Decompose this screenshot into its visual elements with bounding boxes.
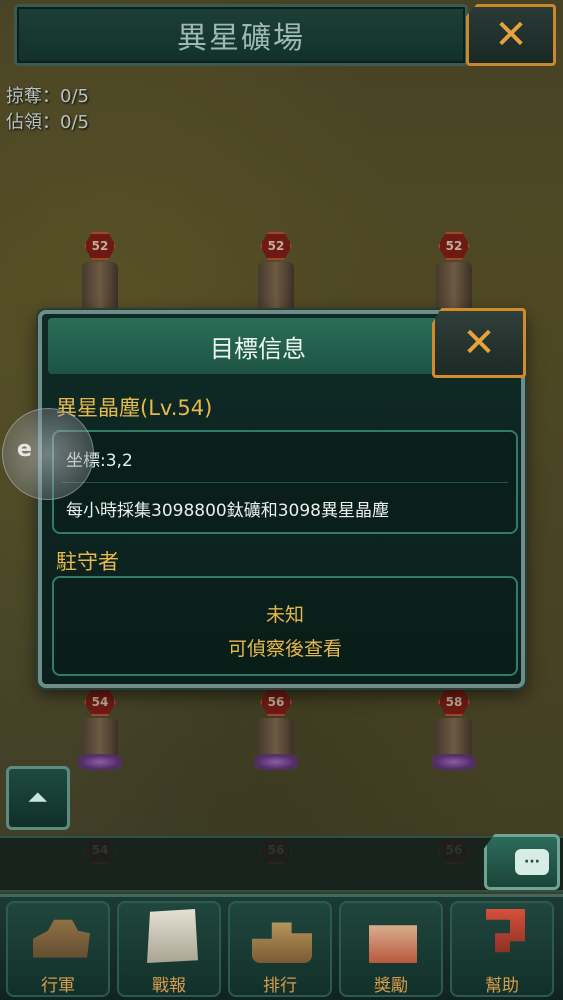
close-icon: ✕	[494, 12, 528, 58]
dialog-title: 目標信息	[48, 318, 468, 374]
garrison-box: 未知 可偵察後查看	[52, 576, 518, 676]
target-info-box: 坐標:3,2 每小時採集3098800鈦礦和3098異星晶塵	[52, 430, 518, 534]
nav-march[interactable]: 行軍	[6, 901, 110, 997]
target-info-dialog: 目標信息 ✕ 異星晶塵(Lv.54) 坐標:3,2 每小時採集3098800鈦礦…	[38, 308, 526, 688]
plunder-counter: 掠奪：0/5	[6, 86, 89, 107]
assistive-logo-icon: e	[17, 437, 32, 462]
chevron-up-icon: ⏶	[27, 782, 49, 813]
nav-label: 幫助	[485, 976, 519, 996]
tank-icon	[33, 919, 90, 958]
nav-ranking[interactable]: 排行	[228, 901, 332, 997]
chat-bar[interactable]	[0, 836, 563, 892]
nav-help[interactable]: 幫助	[450, 901, 554, 997]
nav-label: 戰報	[152, 976, 186, 996]
nav-label: 獎勵	[374, 976, 408, 996]
garrison-status: 未知	[265, 604, 304, 626]
nav-rewards[interactable]: 獎勵	[339, 901, 443, 997]
title-bar: 異星礦場	[14, 4, 468, 66]
nav-label: 行軍	[41, 976, 75, 996]
nav-label: 排行	[263, 976, 297, 996]
page-title: 異星礦場	[177, 21, 305, 56]
garrison-label: 駐守者	[56, 550, 119, 574]
report-icon	[147, 909, 198, 963]
assistive-touch-button[interactable]: e	[2, 408, 94, 500]
dialog-close-button[interactable]: ✕	[432, 308, 526, 378]
help-icon	[486, 909, 525, 953]
bottom-nav: 行軍 戰報 排行 獎勵 幫助	[0, 894, 563, 1000]
gift-icon	[369, 925, 417, 963]
output-text: 每小時採集3098800鈦礦和3098異星晶塵	[66, 501, 389, 521]
target-name: 異星晶塵(Lv.54)	[56, 396, 213, 420]
divider	[62, 482, 508, 483]
close-button[interactable]: ✕	[466, 4, 556, 66]
occupy-counter: 佔領：0/5	[6, 112, 89, 133]
ranking-icon	[252, 922, 312, 963]
chat-button[interactable]: ···	[484, 834, 560, 890]
nav-battle-report[interactable]: 戰報	[117, 901, 221, 997]
chat-icon: ···	[515, 849, 549, 875]
close-icon: ✕	[462, 320, 496, 366]
expand-button[interactable]: ⏶	[6, 766, 70, 830]
garrison-hint: 可偵察後查看	[227, 638, 342, 660]
